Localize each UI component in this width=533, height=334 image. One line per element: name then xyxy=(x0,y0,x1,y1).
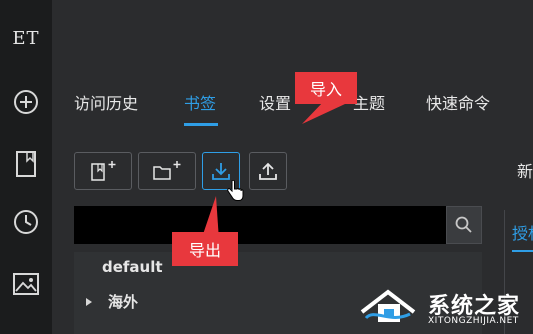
import-callout-label: 导入 xyxy=(309,80,342,99)
right-panel-tab[interactable]: 授权 xyxy=(512,220,533,244)
caret-right-icon[interactable] xyxy=(84,297,94,307)
search-button[interactable] xyxy=(446,206,482,244)
logo-text: ET xyxy=(12,27,40,49)
tab-history[interactable]: 访问历史 xyxy=(74,90,138,114)
sidebar: ET xyxy=(0,0,52,334)
active-tab-indicator xyxy=(184,123,218,126)
tab-bookmarks[interactable]: 书签 xyxy=(184,90,216,114)
tab-theme[interactable]: 主题 xyxy=(353,90,385,114)
export-callout: 导出 xyxy=(172,232,238,266)
search-icon xyxy=(455,216,472,233)
tab-settings[interactable]: 设置 xyxy=(259,90,291,114)
add-bookmark-button[interactable] xyxy=(74,152,132,190)
right-panel-tab-underline xyxy=(512,250,533,252)
bookmarks-button[interactable] xyxy=(0,144,52,184)
right-panel-heading: 新 xyxy=(517,162,533,181)
hand-cursor-icon xyxy=(227,180,244,201)
tab-quick-commands[interactable]: 快速命令 xyxy=(426,90,490,114)
export-button[interactable] xyxy=(249,152,287,190)
history-button[interactable] xyxy=(0,202,52,242)
plus-circle-icon xyxy=(14,90,38,114)
image-icon xyxy=(13,273,39,295)
export-icon xyxy=(259,162,277,180)
new-session-button[interactable] xyxy=(0,82,52,122)
clock-icon xyxy=(14,210,38,234)
import-callout: 导入 xyxy=(295,72,357,104)
watermark-url: XITONGZHIJIA.NET xyxy=(428,316,519,326)
bookmark-page-icon xyxy=(16,151,36,177)
app-logo: ET xyxy=(0,18,52,58)
tree-item-label: default xyxy=(102,258,163,276)
add-folder-button[interactable] xyxy=(138,152,196,190)
watermark-house-logo xyxy=(360,289,416,322)
import-icon xyxy=(212,163,230,180)
tree-item-label: 海外 xyxy=(108,293,139,311)
add-bookmark-icon xyxy=(91,161,116,181)
watermark: 系统之家 XITONGZHIJIA.NET xyxy=(360,284,533,334)
search-input[interactable] xyxy=(74,206,446,244)
add-folder-icon xyxy=(153,161,181,180)
export-callout-label: 导出 xyxy=(188,241,221,260)
image-button[interactable] xyxy=(0,264,52,304)
tree-item-default[interactable]: default xyxy=(74,252,482,282)
